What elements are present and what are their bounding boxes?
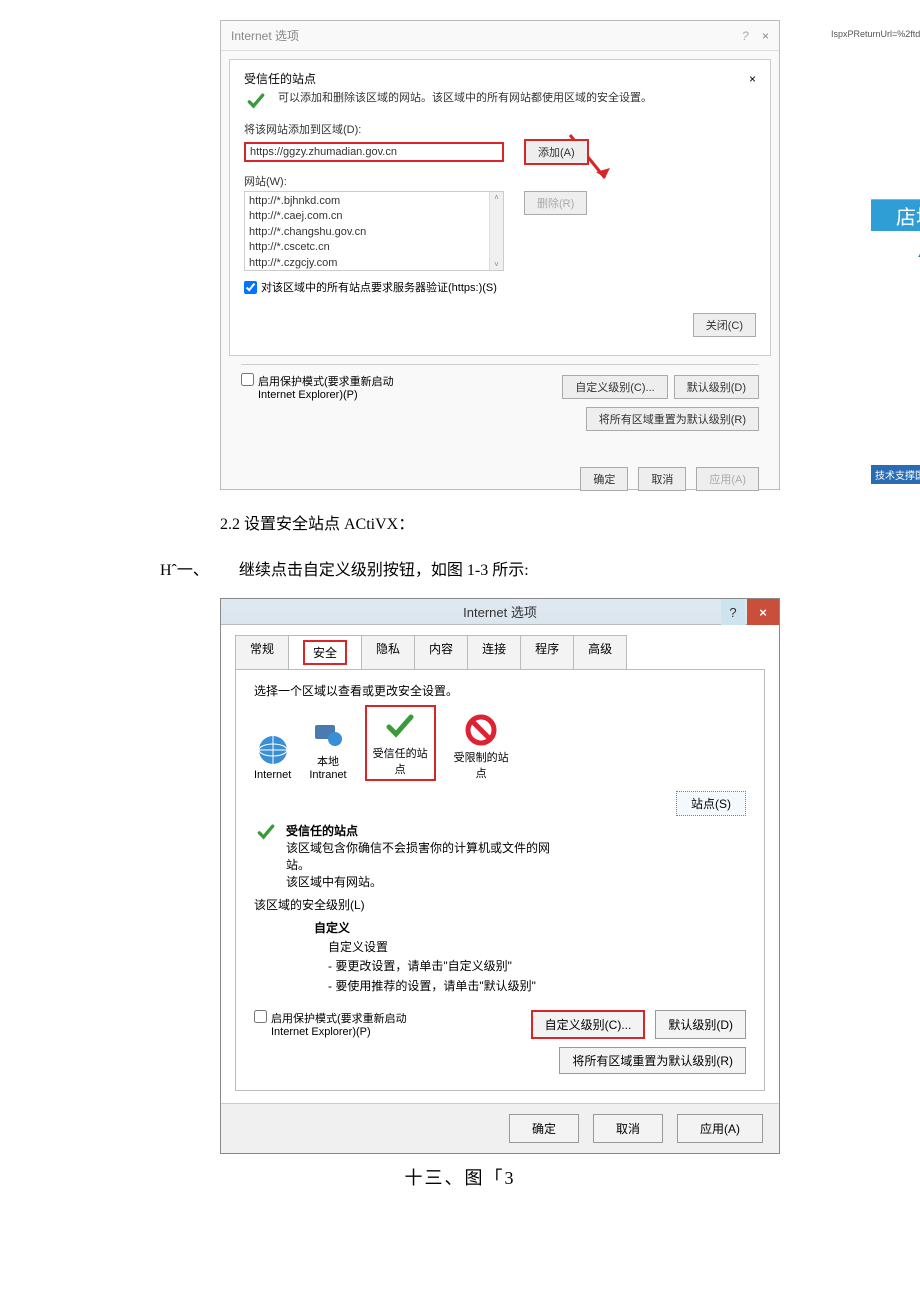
protected-mode-label: 启用保护模式(要求重新启动 (271, 1010, 407, 1026)
trusted-sites-title: 受信任的站点 (244, 70, 316, 87)
step-text: 继续点击自定义级别按钮，如图 1-3 所示: (239, 556, 529, 580)
help-icon[interactable]: ? (721, 599, 745, 625)
zone-trusted-sites[interactable]: 受信任的站 点 (365, 705, 436, 781)
close-icon[interactable]: × (747, 599, 779, 625)
require-https-checkbox[interactable] (244, 281, 257, 294)
cancel-button[interactable]: 取消 (593, 1114, 663, 1143)
require-https-label: 对该区域中的所有站点要求服务器验证(https:)(S) (261, 279, 497, 295)
custom-sub: 自定义设置 (328, 938, 746, 957)
protected-mode-label: 启用保护模式(要求重新启动 (258, 373, 394, 389)
trusted-desc: 该区域包含你确信不会损害你的计算机或文件的网 (286, 839, 550, 856)
tabs: 常规 安全 隐私 内容 连接 程序 高级 (221, 625, 779, 669)
tech-support-badge: 技术支撑国泰新点软件股份有限公司 (871, 465, 920, 484)
globe-icon (256, 733, 290, 767)
add-site-input[interactable] (244, 142, 504, 162)
protected-mode-checkbox[interactable] (254, 1010, 267, 1023)
trusted-desc: 站。 (286, 856, 550, 873)
apply-button[interactable]: 应用(A) (677, 1114, 763, 1143)
trusted-heading: 受信任的站点 (286, 822, 550, 839)
figure-label: 十三、图「3 (20, 1164, 900, 1190)
protected-mode-label: Internet Explorer)(P) (258, 389, 394, 401)
zone-local-intranet[interactable]: 本地 Intranet (309, 717, 346, 781)
custom-level-button[interactable]: 自定义级别(C)... (562, 375, 667, 399)
trusted-desc: 该区域中有网站。 (286, 873, 550, 890)
tab-privacy[interactable]: 隐私 (361, 635, 415, 669)
browser-background: IspxPReturnUrl=%2ftdjy%2fCuStomFrame4 Q-… (831, 29, 920, 484)
step-number: Hˆ一、 (160, 556, 209, 580)
help-icon[interactable]: ? (742, 29, 749, 43)
custom-bullet: - 要更改设置，请单击"自定义级别" (328, 957, 746, 976)
sites-list-label: 网站(W): (244, 173, 756, 189)
tab-connections[interactable]: 连接 (467, 635, 521, 669)
close-button[interactable]: 关闭(C) (693, 313, 756, 337)
screenshot-internet-options-security: Internet 选项 ? × 常规 安全 隐私 内容 连接 程序 高级 选择一… (220, 598, 780, 1154)
tab-security[interactable]: 安全 (288, 635, 362, 669)
add-button[interactable]: 添加(A) (524, 139, 589, 165)
sites-listbox[interactable]: http://*.bjhnkd.com http://*.caej.com.cn… (244, 191, 504, 271)
security-level-label: 该区域的安全级别(L) (254, 896, 746, 913)
remove-button[interactable]: 删除(R) (524, 191, 587, 215)
screenshot-trusted-sites-dialog: Internet 选项 ? × 受信任的站点 × 可以添加和删除该区域的网站。该… (220, 20, 780, 490)
checkmark-icon (254, 822, 278, 842)
list-item[interactable]: http://*.caej.com.cn (249, 209, 499, 224)
sites-button[interactable]: 站点(S) (676, 791, 746, 816)
list-item[interactable]: http://*.cscetc.cn (249, 240, 499, 255)
tab-programs[interactable]: 程序 (520, 635, 574, 669)
tab-general[interactable]: 常规 (235, 635, 289, 669)
reset-all-button[interactable]: 将所有区域重置为默认级别(R) (559, 1047, 746, 1074)
window-title: Internet 选项 (231, 27, 299, 44)
default-level-button[interactable]: 默认级别(D) (655, 1010, 746, 1039)
checkmark-icon (244, 91, 268, 111)
prohibited-icon (464, 713, 498, 747)
list-item[interactable]: http://*.czgcjy.com (249, 256, 499, 271)
url-fragment: IspxPReturnUrl=%2ftdjy%2fCuStomFrame4 Q-… (831, 29, 920, 39)
trusted-description: 可以添加和删除该区域的网站。该区域中的所有网站都使用区域的安全设置。 (278, 91, 652, 106)
zone-restricted-sites[interactable]: 受限制的站 点 (454, 713, 509, 781)
window-title: Internet 选项 (463, 602, 537, 621)
username-login-link[interactable]: 用户名登录 (871, 243, 920, 259)
protected-mode-label: Internet Explorer)(P) (271, 1026, 407, 1038)
zone-select-label: 选择一个区域以查看或更改安全设置。 (254, 682, 746, 699)
tab-content[interactable]: 内容 (414, 635, 468, 669)
banner-text: 店地产变易 (871, 199, 920, 231)
apply-button[interactable]: 应用(A) (696, 467, 759, 491)
custom-level-button[interactable]: 自定义级别(C)... (531, 1010, 646, 1039)
ok-button[interactable]: 确定 (509, 1114, 579, 1143)
section-heading: 2.2 设置安全站点 ACtiVX： (220, 510, 900, 534)
zone-internet[interactable]: Internet (254, 733, 291, 781)
custom-heading: 自定义 (314, 919, 746, 938)
checkmark-icon (383, 709, 417, 743)
add-site-label: 将该网站添加到区域(D): (244, 121, 756, 137)
close-icon[interactable]: × (762, 29, 769, 43)
cancel-button[interactable]: 取消 (638, 467, 686, 491)
computer-icon (311, 717, 345, 751)
ok-button[interactable]: 确定 (580, 467, 628, 491)
scrollbar[interactable]: ˄˅ (489, 192, 503, 270)
list-item[interactable]: http://*.bjhnkd.com (249, 194, 499, 209)
reset-all-button[interactable]: 将所有区域重置为默认级别(R) (586, 407, 759, 431)
list-item[interactable]: http://*.changshu.gov.cn (249, 225, 499, 240)
default-level-button[interactable]: 默认级别(D) (674, 375, 759, 399)
custom-bullet: - 要使用推荐的设置，请单击"默认级别" (328, 977, 746, 996)
close-icon[interactable]: × (749, 72, 756, 86)
tab-advanced[interactable]: 高级 (573, 635, 627, 669)
protected-mode-checkbox[interactable] (241, 373, 254, 386)
